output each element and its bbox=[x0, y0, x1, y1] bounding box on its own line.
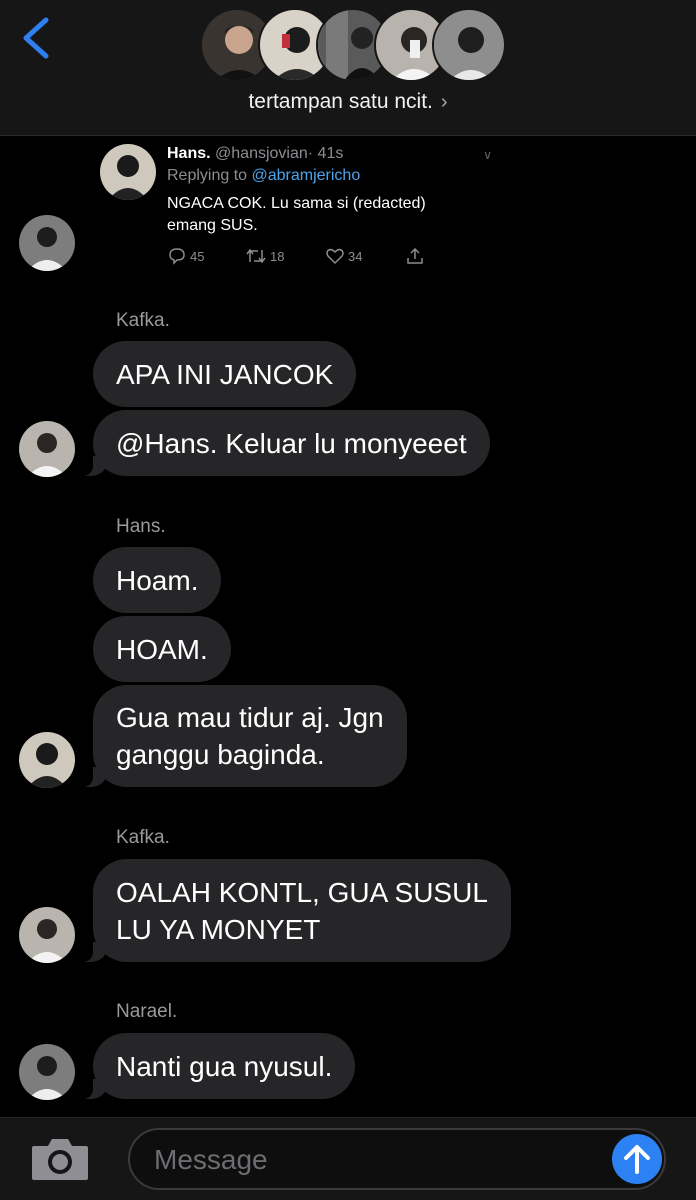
tweet-author-name: Hans. bbox=[167, 145, 211, 162]
message-text: @Hans. Keluar lu monyeeet bbox=[116, 427, 467, 459]
sender-avatar[interactable] bbox=[19, 421, 75, 477]
message-text: APA INI JANCOK bbox=[116, 358, 334, 390]
arrow-up-icon bbox=[624, 1145, 650, 1174]
chevron-left-icon bbox=[23, 17, 49, 59]
tweet-share bbox=[406, 247, 424, 265]
reply-count: 45 bbox=[190, 248, 205, 264]
composer-bar bbox=[0, 1117, 696, 1200]
tweet-reply-count: 45 bbox=[168, 247, 204, 265]
tweet-text-line: NGACA COK. Lu sama si (redacted) bbox=[167, 195, 426, 212]
message-text: HOAM. bbox=[116, 633, 208, 665]
message-text: OALAH KONTL, GUA SUSUL LU YA MONYET bbox=[116, 876, 488, 945]
message-bubble[interactable]: APA INI JANCOK bbox=[93, 341, 357, 407]
sender-avatar[interactable] bbox=[19, 907, 75, 963]
chevron-right-icon: › bbox=[440, 91, 448, 113]
send-button[interactable] bbox=[612, 1134, 662, 1184]
message-bubble[interactable]: Hoam. bbox=[93, 547, 222, 613]
message-text: Hoam. bbox=[116, 564, 199, 596]
tweet-text-line: emang SUS. bbox=[167, 217, 258, 234]
group-name: tertampan satu ncit. bbox=[248, 90, 433, 113]
message-bubble[interactable]: Nanti gua nyusul. bbox=[80, 1033, 356, 1099]
sender-name: Kafka. bbox=[116, 310, 170, 331]
tweet-header: Hans. @hansjovian· 41s bbox=[167, 145, 343, 163]
sender-avatar[interactable] bbox=[19, 1044, 75, 1100]
camera-button[interactable] bbox=[30, 1136, 90, 1182]
sender-name: Hans. bbox=[116, 516, 166, 537]
replying-prefix: Replying to bbox=[167, 167, 248, 184]
group-avatars[interactable] bbox=[200, 8, 506, 82]
sender-name: Narael. bbox=[116, 1001, 178, 1022]
message-bubble[interactable]: Gua mau tidur aj. Jgn ganggu baginda. bbox=[81, 685, 407, 787]
tweet-attachment[interactable]: Hans. @hansjovian· 41s ∨ Replying to @ab… bbox=[100, 144, 500, 274]
chevron-down-icon: ∨ bbox=[483, 148, 492, 162]
tweet-avatar bbox=[100, 144, 156, 200]
tweet-replying-to: Replying to @abramjericho bbox=[167, 167, 360, 185]
tweet-time: · 41s bbox=[307, 145, 344, 162]
sender-name: Kafka. bbox=[116, 827, 170, 848]
tweet-text: NGACA COK. Lu sama si (redacted) emang S… bbox=[167, 193, 487, 237]
conversation-header: tertampan satu ncit. › bbox=[0, 0, 696, 136]
message-bubble[interactable]: HOAM. bbox=[93, 616, 231, 682]
tweet-like-count: 34 bbox=[326, 247, 362, 265]
share-icon bbox=[407, 247, 423, 264]
group-title[interactable]: tertampan satu ncit. › bbox=[0, 90, 696, 114]
heart-icon bbox=[326, 248, 344, 265]
message-text: Gua mau tidur aj. Jgn ganggu baginda. bbox=[116, 702, 384, 770]
back-button[interactable] bbox=[18, 14, 58, 62]
message-bubble[interactable]: @Hans. Keluar lu monyeeet bbox=[81, 410, 490, 476]
replying-to-handle: @abramjericho bbox=[251, 167, 361, 184]
message-input[interactable] bbox=[154, 1140, 614, 1180]
sender-avatar[interactable] bbox=[19, 732, 75, 788]
message-field[interactable] bbox=[128, 1128, 666, 1190]
message-bubble[interactable]: OALAH KONTL, GUA SUSUL LU YA MONYET bbox=[81, 859, 511, 962]
reply-icon bbox=[169, 248, 185, 265]
tweet-handle: @hansjovian bbox=[215, 145, 308, 162]
tweet-actions: 45 18 34 bbox=[168, 247, 438, 267]
message-text: Nanti gua nyusul. bbox=[116, 1050, 333, 1082]
retweet-icon bbox=[246, 248, 266, 264]
member-avatar bbox=[432, 8, 506, 82]
retweet-count: 18 bbox=[270, 248, 285, 264]
tweet-retweet-count: 18 bbox=[246, 247, 284, 265]
like-count: 34 bbox=[348, 248, 363, 264]
camera-icon bbox=[32, 1139, 88, 1180]
sender-avatar[interactable] bbox=[19, 215, 75, 271]
